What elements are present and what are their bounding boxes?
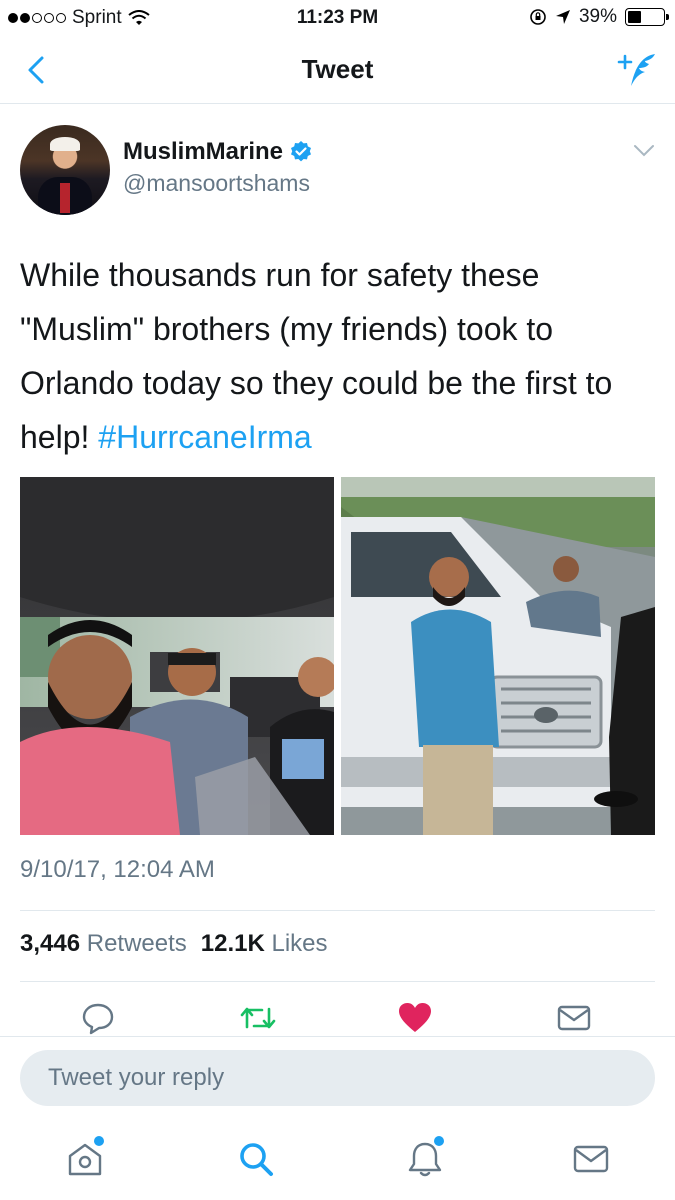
likes-stat[interactable]: 12.1K Likes — [201, 930, 328, 958]
divider — [20, 910, 655, 911]
likes-label: Likes — [271, 930, 328, 957]
tweet-photo-2[interactable] — [341, 477, 655, 835]
notification-dot — [434, 1136, 444, 1146]
tweet-actions — [0, 1000, 675, 1036]
search-icon — [240, 1143, 273, 1176]
direct-message-button[interactable] — [556, 1000, 592, 1036]
reply-input[interactable] — [20, 1050, 655, 1106]
status-right: 39% — [529, 6, 669, 28]
likes-count: 12.1K — [200, 930, 265, 957]
nav-bar: Tweet — [0, 36, 675, 104]
envelope-icon — [557, 1005, 591, 1031]
battery-icon — [625, 8, 669, 26]
tweet-stats: 3,446 Retweets 12.1K Likes — [20, 930, 328, 958]
retweets-label: Retweets — [86, 930, 187, 957]
reply-button[interactable] — [80, 1000, 116, 1036]
divider — [20, 981, 655, 982]
author-name[interactable]: MuslimMarine — [123, 138, 283, 166]
retweets-count: 3,446 — [20, 930, 81, 957]
tab-bar — [0, 1124, 675, 1200]
page-title: Tweet — [301, 54, 374, 84]
hashtag-link[interactable]: #HurrcaneIrma — [98, 419, 311, 455]
retweet-button[interactable] — [240, 1000, 276, 1036]
envelope-icon — [573, 1145, 609, 1173]
orientation-lock-icon — [530, 9, 546, 25]
divider — [0, 1036, 675, 1037]
tweet-text: While thousands run for safety these "Mu… — [20, 248, 660, 464]
battery-percent: 39% — [578, 6, 617, 27]
chevron-down-icon[interactable] — [633, 144, 655, 158]
tab-home[interactable] — [60, 1134, 110, 1184]
like-button[interactable] — [397, 1000, 433, 1036]
status-bar: Sprint 11:23 PM 39% — [0, 0, 675, 36]
tab-messages[interactable] — [566, 1134, 616, 1184]
avatar[interactable] — [20, 125, 110, 215]
verified-badge-icon — [291, 141, 312, 162]
reply-icon — [82, 1003, 114, 1035]
tweet-photo-1[interactable] — [20, 477, 334, 835]
tweet-timestamp: 9/10/17, 12:04 AM — [20, 856, 215, 883]
retweet-icon — [240, 1007, 276, 1029]
location-icon — [555, 10, 570, 24]
retweets-stat[interactable]: 3,446 Retweets — [20, 930, 187, 958]
author-name-row[interactable]: MuslimMarine — [123, 138, 313, 166]
tab-notifications[interactable] — [400, 1134, 450, 1184]
author-handle[interactable]: @mansoortshams — [123, 170, 310, 197]
compose-tweet-icon[interactable] — [613, 46, 661, 94]
heart-icon — [399, 1003, 431, 1032]
tab-search[interactable] — [231, 1134, 281, 1184]
notification-dot — [94, 1136, 104, 1146]
